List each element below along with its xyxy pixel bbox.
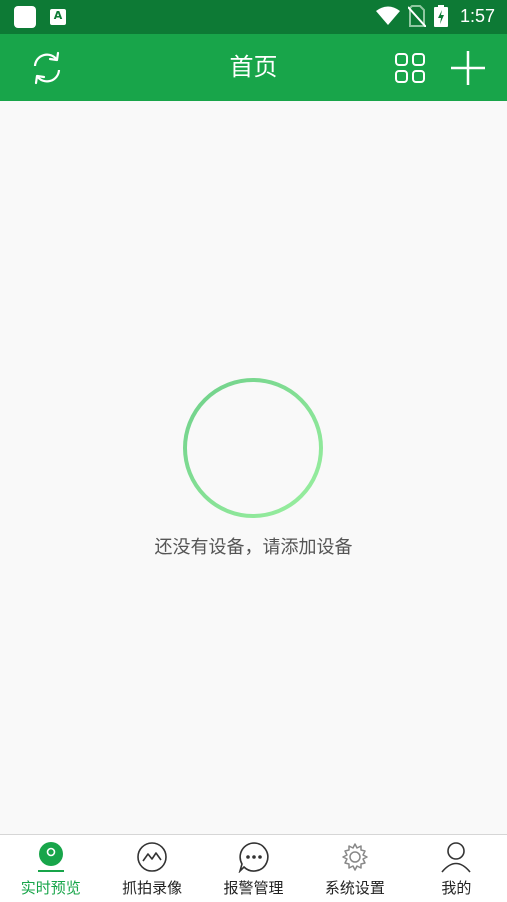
alarm-chat-icon: [238, 842, 269, 873]
nav-label: 系统设置: [324, 879, 385, 897]
app-header: 首页: [0, 34, 507, 101]
nav-label: 报警管理: [223, 879, 284, 897]
add-circle-icon: [183, 378, 323, 518]
app-notification-icon: [14, 6, 36, 28]
refresh-icon: [33, 51, 61, 85]
nav-me[interactable]: 我的: [406, 835, 507, 902]
nav-label: 我的: [441, 879, 472, 897]
empty-add-device-button[interactable]: [182, 377, 324, 519]
add-device-button[interactable]: [448, 48, 488, 88]
nav-label: 实时预览: [20, 879, 81, 897]
clock: 1:57: [459, 5, 495, 26]
empty-state-message: 还没有设备，请添加设备: [154, 537, 353, 558]
settings-gear-icon: [342, 843, 368, 871]
plus-icon: [451, 51, 485, 85]
wifi-icon: [375, 6, 400, 25]
battery-charging-icon: [433, 5, 448, 27]
keyboard-notification-icon: A: [50, 9, 66, 25]
nav-snapshot[interactable]: 抓拍录像: [101, 835, 202, 902]
nav-settings[interactable]: 系统设置: [304, 835, 405, 902]
status-bar: A 1:57: [0, 0, 507, 34]
live-preview-icon: [37, 842, 64, 872]
grid-icon: [395, 53, 425, 83]
page-title: 首页: [229, 53, 278, 81]
grid-layout-button[interactable]: [390, 48, 430, 88]
nav-alarm[interactable]: 报警管理: [203, 835, 304, 902]
bottom-nav: 实时预览 抓拍录像 报警管理 系统设置 我的: [0, 834, 507, 902]
person-icon: [441, 842, 471, 873]
refresh-button[interactable]: [27, 48, 67, 88]
nav-label: 抓拍录像: [122, 879, 183, 897]
notification-letter: A: [53, 9, 63, 22]
no-sim-icon: [407, 5, 426, 27]
snapshot-icon: [137, 842, 167, 872]
nav-live-preview[interactable]: 实时预览: [0, 835, 101, 902]
